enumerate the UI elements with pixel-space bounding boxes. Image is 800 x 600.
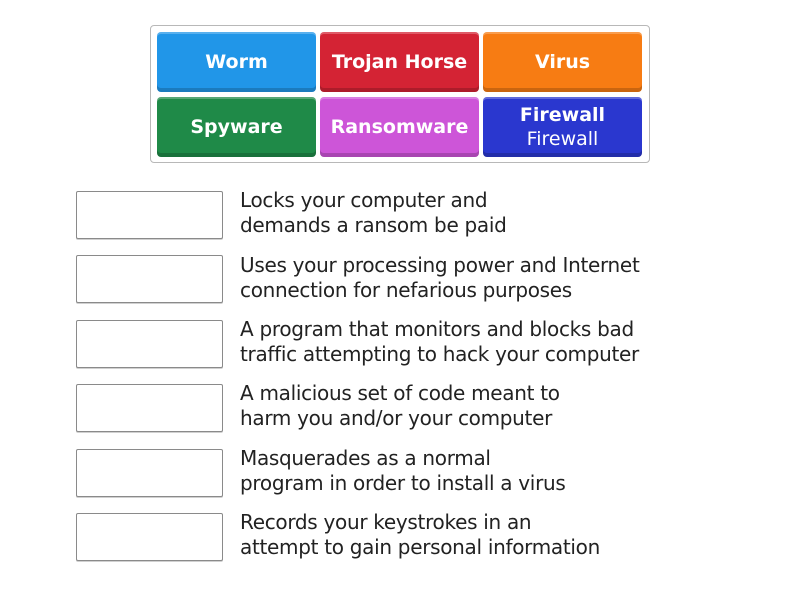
clue-5: Masquerades as a normal program in order… [240,446,566,496]
tile-ransomware[interactable]: Ransomware [320,97,479,157]
clue-line: demands a ransom be paid [240,213,507,237]
clue-line: Locks your computer and [240,188,488,212]
tile-trojan-horse[interactable]: Trojan Horse [320,32,479,92]
answer-bank: Worm Trojan Horse Virus Spyware Ransomwa… [150,25,650,163]
clue-line: program in order to install a virus [240,471,566,495]
drop-slot-1[interactable] [76,191,223,239]
tile-spyware[interactable]: Spyware [157,97,316,157]
tile-worm[interactable]: Worm [157,32,316,92]
clue-line: A program that monitors and blocks bad [240,317,634,341]
clue-line: Records your keystrokes in an [240,510,532,534]
tile-virus[interactable]: Virus [483,32,642,92]
tile-label: Virus [534,51,591,73]
tile-label: Firewall [519,104,606,126]
drop-slot-6[interactable] [76,513,223,561]
clue-4: A malicious set of code meant to harm yo… [240,381,560,431]
tile-label: Ransomware [330,116,469,138]
drop-slot-3[interactable] [76,320,223,368]
clue-2: Uses your processing power and Internet … [240,253,640,303]
tile-label: Trojan Horse [331,51,468,73]
clue-6: Records your keystrokes in an attempt to… [240,510,600,560]
tile-sublabel: Firewall [526,128,599,150]
clue-line: traffic attempting to hack your computer [240,342,639,366]
clue-line: connection for nefarious purposes [240,278,572,302]
tile-label: Worm [205,51,268,73]
drop-slot-5[interactable] [76,449,223,497]
clue-line: harm you and/or your computer [240,406,553,430]
drop-slot-2[interactable] [76,255,223,303]
clue-line: A malicious set of code meant to [240,381,560,405]
tile-label: Spyware [190,116,283,138]
clue-3: A program that monitors and blocks bad t… [240,317,639,367]
tile-firewall[interactable]: Firewall Firewall [483,97,642,157]
clue-line: Uses your processing power and Internet [240,253,640,277]
clue-line: Masquerades as a normal [240,446,491,470]
drop-slot-4[interactable] [76,384,223,432]
clue-1: Locks your computer and demands a ransom… [240,188,507,238]
clue-line: attempt to gain personal information [240,535,600,559]
